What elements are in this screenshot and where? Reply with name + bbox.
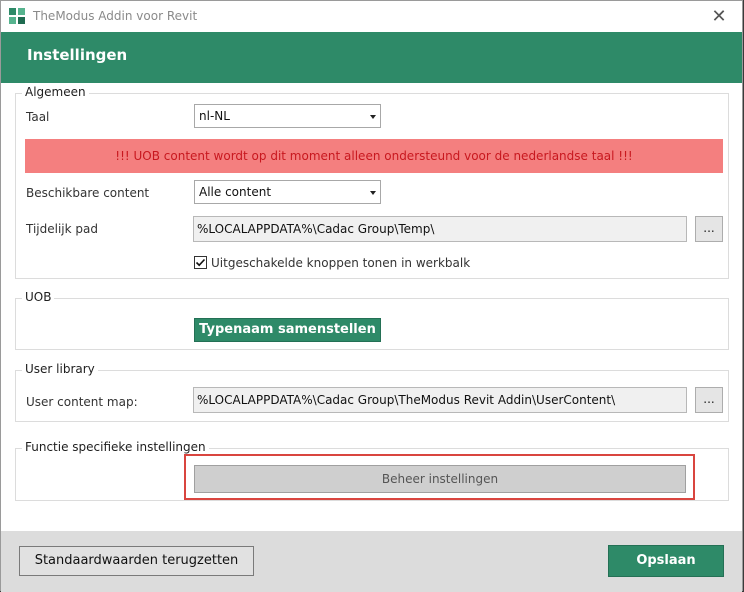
settings-window: TheModus Addin voor Revit ✕ Instellingen… <box>0 0 743 592</box>
pad-input[interactable]: %LOCALAPPDATA%\Cadac Group\Temp\ <box>193 216 687 242</box>
group-title-user-library: User library <box>22 362 98 376</box>
content-value: Alle content <box>199 185 272 199</box>
typenaam-button[interactable]: Typenaam samenstellen <box>194 318 381 342</box>
page-header: Instellingen <box>1 32 742 83</box>
pad-label: Tijdelijk pad <box>26 222 98 236</box>
window-title: TheModus Addin voor Revit <box>33 9 198 23</box>
toolbar-checkbox-label: Uitgeschakelde knoppen tonen in werkbalk <box>211 256 471 270</box>
taal-dropdown[interactable]: nl-NL <box>194 104 381 128</box>
page-title: Instellingen <box>27 46 128 64</box>
user-map-browse-button[interactable]: ... <box>695 387 723 413</box>
group-uob: UOB Typenaam samenstellen <box>15 290 729 350</box>
pad-browse-button[interactable]: ... <box>695 216 723 242</box>
reset-defaults-button[interactable]: Standaardwaarden terugzetten <box>19 546 254 576</box>
group-title-algemeen: Algemeen <box>22 85 89 99</box>
chevron-down-icon <box>370 191 376 195</box>
checkmark-icon <box>195 258 206 267</box>
highlight-box <box>184 454 695 500</box>
taal-label: Taal <box>26 110 50 124</box>
user-map-value: %LOCALAPPDATA%\Cadac Group\TheModus Revi… <box>197 393 616 407</box>
user-map-input[interactable]: %LOCALAPPDATA%\Cadac Group\TheModus Revi… <box>193 387 687 413</box>
content-dropdown[interactable]: Alle content <box>194 180 381 204</box>
close-icon: ✕ <box>711 6 727 27</box>
group-algemeen: Algemeen Taal nl-NL !!! UOB content word… <box>15 85 729 279</box>
group-user-library: User library User content map: %LOCALAPP… <box>15 362 729 422</box>
app-logo-icon <box>9 8 25 24</box>
footer-bar: Standaardwaarden terugzetten Opslaan <box>1 531 742 592</box>
group-title-uob: UOB <box>22 290 55 304</box>
group-title-functie: Functie specifieke instellingen <box>22 440 209 454</box>
user-map-label: User content map: <box>26 395 138 409</box>
language-warning-banner: !!! UOB content wordt op dit moment alle… <box>25 139 723 173</box>
save-button[interactable]: Opslaan <box>608 545 724 577</box>
title-bar: TheModus Addin voor Revit ✕ <box>1 1 742 32</box>
close-button[interactable]: ✕ <box>696 1 742 32</box>
taal-value: nl-NL <box>199 109 230 123</box>
chevron-down-icon <box>370 115 376 119</box>
content-label: Beschikbare content <box>26 186 150 200</box>
toolbar-checkbox[interactable] <box>194 256 207 269</box>
pad-value: %LOCALAPPDATA%\Cadac Group\Temp\ <box>197 222 435 236</box>
